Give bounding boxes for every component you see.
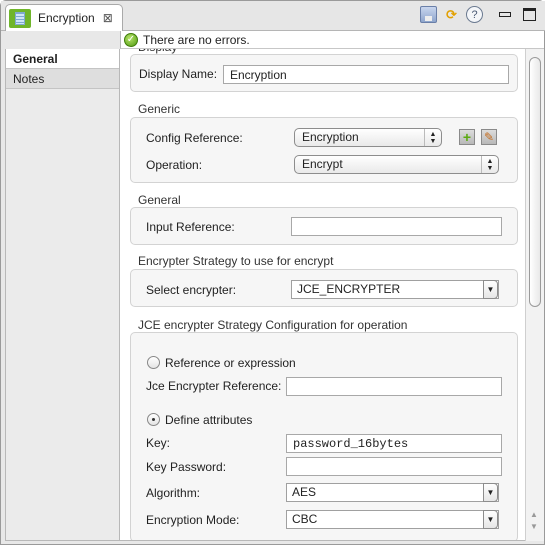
display-name-input[interactable]: Encryption [223, 65, 509, 84]
section-title-strategy: Encrypter Strategy to use for encrypt [138, 254, 334, 268]
sidebar-item-general[interactable]: General [6, 49, 119, 69]
jce-reference-input[interactable] [286, 377, 502, 396]
operation-value: Encrypt [302, 157, 343, 171]
sidebar: General Notes [5, 49, 120, 541]
key-label: Key: [146, 436, 171, 450]
editor-toolbar: ⟳ ? [420, 6, 536, 23]
editor-window: Encryption ⊠ ⟳ ? ✓ There are no errors. … [0, 0, 545, 545]
key-password-label: Key Password: [146, 460, 227, 474]
select-encrypter-value: JCE_ENCRYPTER [297, 282, 401, 296]
edit-config-button[interactable]: ✎ [481, 129, 497, 145]
section-title-general: General [138, 193, 181, 207]
jce-reference-label: Jce Encrypter Reference: [146, 379, 282, 393]
vertical-scrollbar[interactable]: ▲ ▼ [525, 49, 544, 541]
editor-tab-bar: Encryption ⊠ ⟳ ? [1, 1, 545, 31]
algorithm-label: Algorithm: [146, 486, 201, 500]
help-icon[interactable]: ? [466, 6, 483, 23]
algorithm-combo[interactable]: AES ▼ [286, 483, 499, 502]
encryption-mode-value: CBC [292, 512, 318, 526]
general-group: Input Reference: [130, 207, 518, 245]
minimize-icon[interactable] [499, 12, 511, 17]
save-icon[interactable] [420, 6, 437, 23]
config-reference-value: Encryption [302, 130, 359, 144]
scroll-up-arrow-icon[interactable]: ▲ [530, 510, 538, 519]
operation-label: Operation: [146, 158, 203, 172]
select-encrypter-combo[interactable]: JCE_ENCRYPTER ▼ [291, 280, 499, 299]
generic-group: Config Reference: Encryption ▲ ▼ + ✎ Oper… [130, 117, 518, 183]
radio-define-label[interactable]: Define attributes [165, 413, 252, 427]
maximize-icon[interactable] [523, 8, 536, 21]
mule-flow-icon [9, 8, 31, 28]
config-reference-select[interactable]: Encryption ▲ ▼ [294, 128, 442, 147]
jce-group: Reference or expression Jce Encrypter Re… [130, 332, 518, 540]
status-text: There are no errors. [143, 32, 250, 47]
input-reference-label: Input Reference: [146, 220, 235, 234]
display-group: Display Name: Encryption [130, 54, 518, 92]
add-config-button[interactable]: + [459, 129, 475, 145]
operation-select[interactable]: Encrypt ▲ ▼ [294, 155, 499, 174]
sync-icon[interactable]: ⟳ [443, 6, 460, 23]
scroll-down-arrow-icon[interactable]: ▼ [530, 522, 538, 531]
radio-define-attributes[interactable] [147, 413, 160, 426]
scrollbar-thumb[interactable] [529, 57, 541, 307]
updown-arrows-icon: ▲ ▼ [481, 156, 498, 173]
select-encrypter-label: Select encrypter: [146, 283, 237, 297]
input-reference-input[interactable] [291, 217, 502, 236]
properties-content: Display Display Name: Encryption Generic… [120, 49, 525, 541]
config-reference-label: Config Reference: [146, 131, 243, 145]
display-name-label: Display Name: [139, 67, 218, 81]
key-password-input[interactable] [286, 457, 502, 476]
dropdown-arrow-icon: ▼ [483, 280, 498, 299]
section-title-jce: JCE encrypter Strategy Configuration for… [138, 318, 408, 332]
algorithm-value: AES [292, 485, 317, 499]
dropdown-arrow-icon: ▼ [483, 483, 498, 502]
encryption-mode-combo[interactable]: CBC ▼ [286, 510, 499, 529]
editor-tab-encryption[interactable]: Encryption ⊠ [5, 4, 123, 31]
check-circle-icon: ✓ [124, 32, 138, 47]
strategy-group: Select encrypter: JCE_ENCRYPTER ▼ [130, 269, 518, 307]
sidebar-item-notes[interactable]: Notes [6, 69, 119, 89]
validation-status-bar: ✓ There are no errors. [120, 31, 544, 49]
radio-reference-label[interactable]: Reference or expression [165, 356, 296, 370]
updown-arrows-icon: ▲ ▼ [424, 129, 441, 146]
key-input[interactable]: password_16bytes [286, 434, 502, 453]
dropdown-arrow-icon: ▼ [483, 510, 498, 529]
tab-label: Encryption [38, 11, 95, 25]
section-title-generic: Generic [138, 102, 181, 116]
close-icon[interactable]: ⊠ [103, 11, 113, 25]
encryption-mode-label: Encryption Mode: [146, 513, 240, 527]
radio-reference-or-expression[interactable] [147, 356, 160, 369]
